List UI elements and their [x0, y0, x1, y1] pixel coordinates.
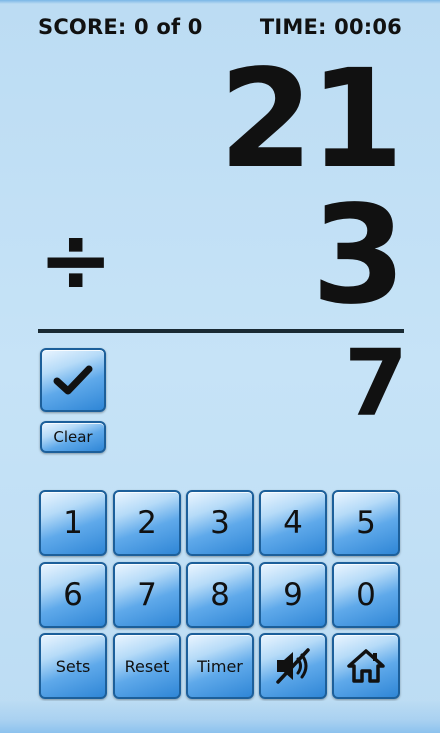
key-7[interactable]: 7: [113, 562, 181, 628]
top-edge: [0, 0, 440, 4]
checkmark-icon: [53, 363, 93, 397]
score-display: SCORE: 0 of 0: [38, 15, 203, 39]
time-display: TIME: 00:06: [259, 15, 402, 39]
key-9[interactable]: 9: [259, 562, 327, 628]
reset-button[interactable]: Reset: [113, 633, 181, 699]
key-6[interactable]: 6: [39, 562, 107, 628]
check-answer-button[interactable]: [40, 348, 106, 412]
key-4[interactable]: 4: [259, 490, 327, 556]
key-8[interactable]: 8: [186, 562, 254, 628]
operator-sign: ÷: [38, 208, 114, 313]
key-1[interactable]: 1: [39, 490, 107, 556]
operand-bottom: 3: [311, 177, 406, 335]
clear-button[interactable]: Clear: [40, 421, 106, 453]
home-icon: [346, 647, 386, 685]
sets-button[interactable]: Sets: [39, 633, 107, 699]
sound-muted-icon: [272, 647, 314, 685]
mute-button[interactable]: [259, 633, 327, 699]
key-3[interactable]: 3: [186, 490, 254, 556]
timer-button[interactable]: Timer: [186, 633, 254, 699]
home-button[interactable]: [332, 633, 400, 699]
bottom-edge: [0, 701, 440, 733]
key-5[interactable]: 5: [332, 490, 400, 556]
operand-top: 21: [218, 41, 404, 199]
key-2[interactable]: 2: [113, 490, 181, 556]
answer-display: 7: [343, 330, 408, 437]
key-0[interactable]: 0: [332, 562, 400, 628]
